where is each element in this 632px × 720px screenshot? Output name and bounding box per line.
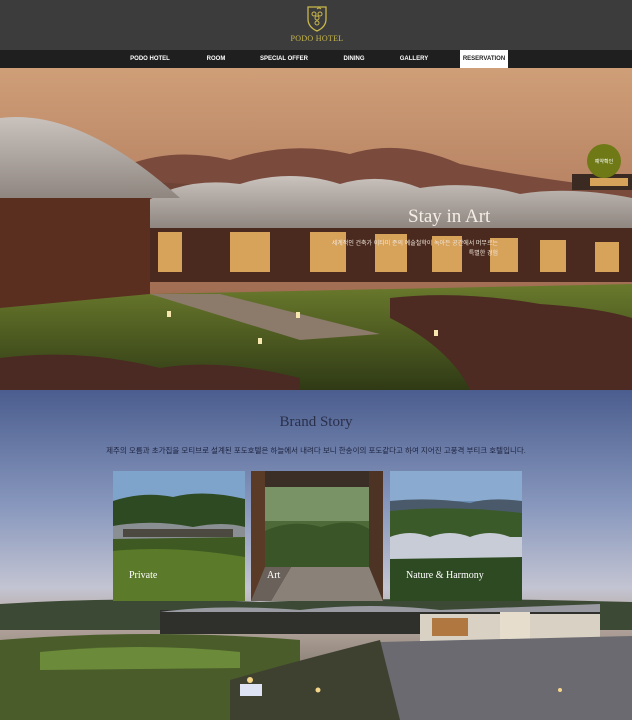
nav-item-dining[interactable]: DINING — [336, 50, 372, 68]
nav-item-gallery[interactable]: GALLERY — [396, 50, 432, 68]
nav-item-special-offer[interactable]: SPECIAL OFFER — [258, 50, 310, 68]
hero-title: Stay in Art — [408, 206, 491, 227]
brand-story-title: Brand Story — [279, 414, 353, 430]
grape-crest-icon — [307, 6, 327, 32]
reservation-check-label: 예약확인 — [594, 158, 614, 165]
hero-banner: Stay in Art 세계적인 건축가 이타미 준의 예술철학이 녹아든 공간… — [0, 68, 632, 390]
nav-item-reservation[interactable]: RESERVATION — [460, 50, 508, 68]
site-header: PODO HOTEL — [0, 0, 632, 50]
brand-story-description: 제주의 오름과 초가집을 모티브로 설계된 포도호텔은 하늘에서 내려다 보니 … — [106, 446, 526, 455]
reservation-check-button[interactable]: 예약확인 — [587, 144, 621, 178]
brand-card-nature-harmony[interactable]: Nature & Harmony — [390, 471, 522, 601]
art-photo — [251, 471, 383, 601]
brand-card-private[interactable]: Private — [113, 471, 245, 601]
hero-photo — [0, 68, 632, 390]
nav-item-podo-hotel[interactable]: PODO HOTEL — [127, 50, 173, 68]
brand-card-nature-harmony-label: Nature & Harmony — [406, 570, 484, 581]
main-nav: PODO HOTEL ROOM SPECIAL OFFER DINING GAL… — [0, 50, 632, 68]
brand-card-art[interactable]: Art — [251, 471, 383, 601]
private-photo — [113, 471, 245, 601]
logo-text: PODO HOTEL — [290, 34, 344, 43]
nav-item-room[interactable]: ROOM — [200, 50, 232, 68]
logo[interactable]: PODO HOTEL — [289, 4, 345, 43]
hero-subtitle: 세계적인 건축가 이타미 준의 예술철학이 녹아든 공간에서 머무르는 특별한 … — [331, 241, 498, 257]
nature-harmony-photo — [390, 471, 522, 601]
brand-card-art-label: Art — [267, 570, 281, 581]
brand-card-private-label: Private — [129, 570, 158, 581]
brand-story-section: Brand Story 제주의 오름과 초가집을 모티브로 설계된 포도호텔은 … — [0, 390, 632, 720]
